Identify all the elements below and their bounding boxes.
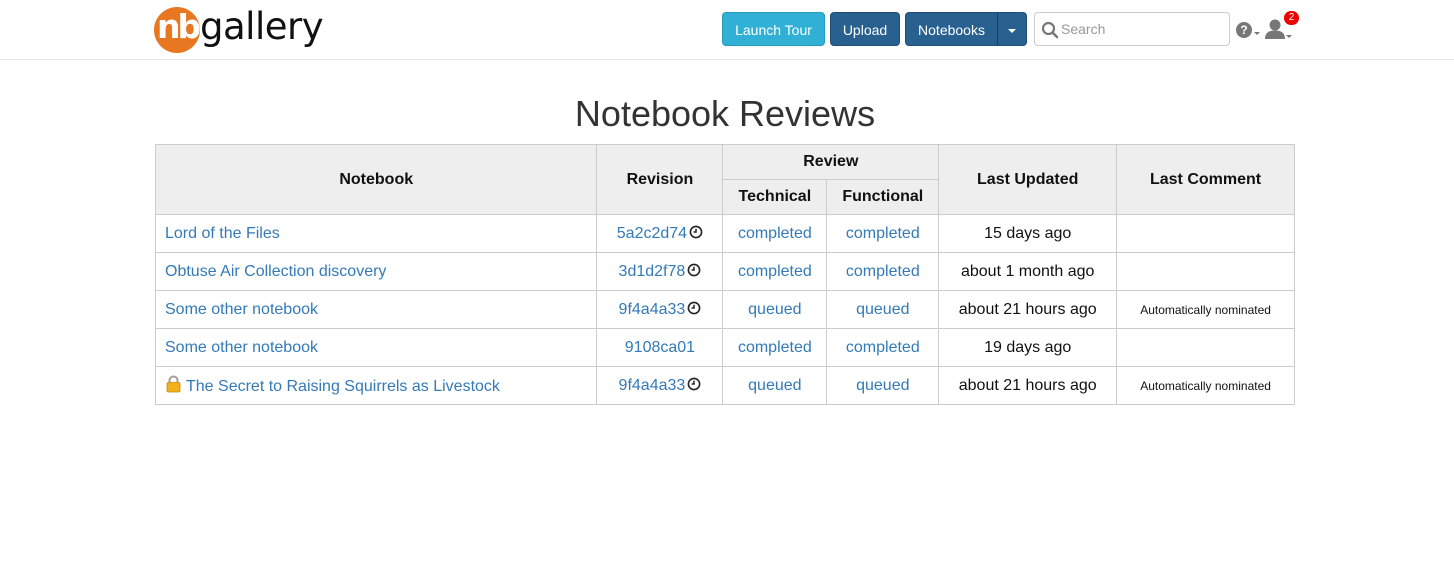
page-title: Notebook Reviews <box>574 93 876 134</box>
clock-icon[interactable] <box>687 301 701 315</box>
table-row: Lord of the Files 5a2c2d74 completed com… <box>154 214 1295 253</box>
table-row: Some other notebook 9108ca01 completed c… <box>154 328 1295 367</box>
revision-link[interactable]: 9f4a4a33 <box>619 377 686 394</box>
last-updated: about 1 month ago <box>938 252 1118 291</box>
last-comment <box>1116 252 1295 291</box>
revision-link[interactable]: 9108ca01 <box>625 339 695 356</box>
last-updated: 19 days ago <box>938 328 1118 367</box>
notebook-link[interactable]: The Secret to Raising Squirrels as Lives… <box>186 378 500 395</box>
nbgallery-logo[interactable]: nb gallery <box>154 5 324 53</box>
search-box[interactable] <box>1034 12 1230 46</box>
navbar: nb gallery Launch Tour Upload Notebooks … <box>0 0 1454 60</box>
header-review: Review <box>722 144 940 180</box>
technical-review-link[interactable]: completed <box>738 263 812 280</box>
table-row: Obtuse Air Collection discovery 3d1d2f78… <box>154 252 1295 291</box>
functional-review-link[interactable]: queued <box>856 301 909 318</box>
lock-icon <box>166 375 181 393</box>
search-icon <box>1041 21 1059 39</box>
launch-tour-button[interactable]: Launch Tour <box>722 12 825 46</box>
table-row: Some other notebook 9f4a4a33 queued queu… <box>154 290 1295 329</box>
notebook-link[interactable]: Some other notebook <box>165 301 318 318</box>
clock-icon[interactable] <box>687 263 701 277</box>
last-comment: Automatically nominated <box>1116 366 1295 405</box>
header-technical: Technical <box>722 179 828 215</box>
clock-icon[interactable] <box>687 377 701 391</box>
table-row: The Secret to Raising Squirrels as Lives… <box>154 366 1295 405</box>
logo-mark: nb <box>154 7 201 53</box>
clock-icon[interactable] <box>689 225 703 239</box>
revision-link[interactable]: 3d1d2f78 <box>619 263 686 280</box>
header-last-comment: Last Comment <box>1116 144 1295 215</box>
last-updated: 15 days ago <box>938 214 1118 253</box>
functional-review-link[interactable]: completed <box>846 339 920 356</box>
revision-link[interactable]: 5a2c2d74 <box>617 225 687 242</box>
functional-review-link[interactable]: completed <box>846 225 920 242</box>
technical-review-link[interactable]: queued <box>748 301 801 318</box>
last-comment <box>1116 214 1295 253</box>
revision-link[interactable]: 9f4a4a33 <box>619 301 686 318</box>
functional-review-link[interactable]: queued <box>856 377 909 394</box>
header-notebook: Notebook <box>154 144 598 215</box>
help-icon[interactable]: ? <box>1235 20 1261 40</box>
technical-review-link[interactable]: completed <box>738 339 812 356</box>
last-comment <box>1116 328 1295 367</box>
functional-review-link[interactable]: completed <box>846 263 920 280</box>
notebooks-dropdown-toggle[interactable] <box>997 12 1027 46</box>
logo-mark-text: nb <box>157 7 201 46</box>
search-input[interactable] <box>1061 13 1225 45</box>
reviews-table: Notebook Revision Review Last Updated La… <box>154 144 1295 405</box>
notebook-link[interactable]: Some other notebook <box>165 339 318 356</box>
header-last-updated: Last Updated <box>938 144 1118 215</box>
notebooks-button[interactable]: Notebooks <box>905 12 998 46</box>
header-revision: Revision <box>596 144 724 215</box>
logo-text: gallery <box>200 5 324 48</box>
notification-badge[interactable]: 2 <box>1284 11 1299 25</box>
notebook-link[interactable]: Obtuse Air Collection discovery <box>165 263 386 280</box>
upload-button[interactable]: Upload <box>830 12 900 46</box>
last-updated: about 21 hours ago <box>938 290 1118 329</box>
caret-down-icon <box>1008 29 1016 34</box>
technical-review-link[interactable]: queued <box>748 377 801 394</box>
last-comment: Automatically nominated <box>1116 290 1295 329</box>
notebook-link[interactable]: Lord of the Files <box>165 225 280 242</box>
svg-text:?: ? <box>1240 23 1247 37</box>
last-updated: about 21 hours ago <box>938 366 1118 405</box>
header-functional: Functional <box>826 179 940 215</box>
technical-review-link[interactable]: completed <box>738 225 812 242</box>
